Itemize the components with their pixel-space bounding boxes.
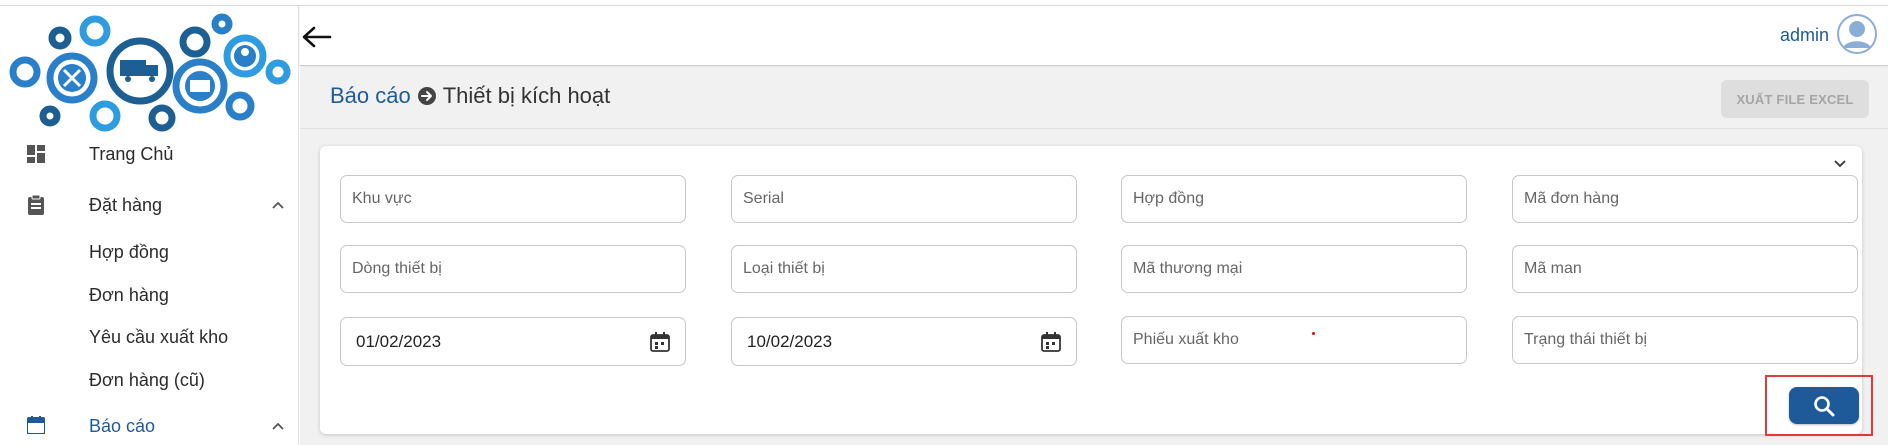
calendar-icon <box>26 415 46 435</box>
arrow-circle-right-icon <box>417 87 436 105</box>
dashboard-icon <box>26 144 46 164</box>
field-placeholder: Trạng thái thiết bị <box>1524 331 1648 348</box>
sidebar-item-bao-cao[interactable]: Báo cáo <box>0 406 299 445</box>
sidebar-item-label: Báo cáo <box>89 415 156 436</box>
field-placeholder: Mã thương mại <box>1133 260 1243 277</box>
tu-ngay-date-field[interactable]: 01/02/2023 <box>340 317 686 366</box>
serial-field[interactable]: Serial <box>731 175 1077 223</box>
sidebar-subitem-yeu-cau-xuat-kho[interactable]: Yêu cầu xuất kho <box>89 327 228 348</box>
sidebar-item-label: Đặt hàng <box>89 194 163 215</box>
field-placeholder: Mã man <box>1524 260 1582 277</box>
sidebar-subitem-hop-dong[interactable]: Hợp đồng <box>89 242 169 263</box>
field-placeholder: Serial <box>743 190 784 207</box>
sidebar-item-trang-chu[interactable]: Trang Chủ <box>0 134 299 174</box>
khu-vuc-field[interactable]: Khu vực <box>340 175 686 223</box>
ma-don-hang-field[interactable]: Mã đơn hàng <box>1512 175 1858 223</box>
loai-thiet-bi-field[interactable]: Loại thiết bị <box>731 245 1077 293</box>
ma-thuong-mai-field[interactable]: Mã thương mại <box>1121 245 1467 293</box>
den-ngay-date-field[interactable]: 10/02/2023 <box>731 317 1077 366</box>
hop-dong-field[interactable]: Hợp đồng <box>1121 175 1467 223</box>
required-marker <box>1312 332 1315 335</box>
field-placeholder: Phiếu xuất kho <box>1133 331 1239 348</box>
page-title: Thiết bị kích hoạt <box>442 83 611 108</box>
field-placeholder: Hợp đồng <box>1133 190 1204 207</box>
logistics-gears-logo <box>9 13 291 132</box>
trang-thai-thiet-bi-field[interactable]: Trạng thái thiết bị <box>1512 316 1858 364</box>
export-excel-button[interactable]: XUẤT FILE EXCEL <box>1721 80 1869 118</box>
clipboard-icon <box>26 195 46 215</box>
field-placeholder: Loại thiết bị <box>743 260 825 277</box>
top-header <box>300 6 1888 66</box>
chevron-up-icon <box>272 422 284 430</box>
field-placeholder: Khu vực <box>352 190 412 207</box>
content-divider <box>300 128 1888 129</box>
sidebar-subitem-don-hang-cu[interactable]: Đơn hàng (cũ) <box>89 370 205 391</box>
field-placeholder: Mã đơn hàng <box>1524 190 1619 207</box>
breadcrumb-parent[interactable]: Báo cáo <box>330 83 411 109</box>
chevron-down-icon[interactable] <box>1831 154 1849 172</box>
user-avatar-icon[interactable] <box>1834 14 1880 54</box>
calendar-icon[interactable] <box>1040 331 1062 353</box>
phieu-xuat-kho-field[interactable]: Phiếu xuất kho <box>1121 316 1467 364</box>
breadcrumb: Báo cáo Thiết bị kích hoạt <box>330 82 610 110</box>
search-button[interactable] <box>1789 387 1859 424</box>
back-arrow-icon[interactable] <box>300 24 334 50</box>
app-page: Trang Chủ Đặt hàng Hợp đồng Đơn hàng Yêu… <box>0 0 1888 445</box>
chevron-up-icon <box>272 201 284 209</box>
search-icon <box>1814 395 1835 416</box>
sidebar: Trang Chủ Đặt hàng Hợp đồng Đơn hàng Yêu… <box>0 6 299 445</box>
sidebar-item-dat-hang[interactable]: Đặt hàng <box>0 185 299 225</box>
field-placeholder: Dòng thiết bị <box>352 260 442 277</box>
ma-man-field[interactable]: Mã man <box>1512 245 1858 293</box>
user-name[interactable]: admin <box>1780 25 1829 46</box>
dong-thiet-bi-field[interactable]: Dòng thiết bị <box>340 245 686 293</box>
field-value: 01/02/2023 <box>356 332 442 351</box>
sidebar-item-label: Trang Chủ <box>89 143 174 164</box>
calendar-icon[interactable] <box>649 331 671 353</box>
sidebar-subitem-don-hang[interactable]: Đơn hàng <box>89 285 169 306</box>
field-value: 10/02/2023 <box>747 332 833 351</box>
